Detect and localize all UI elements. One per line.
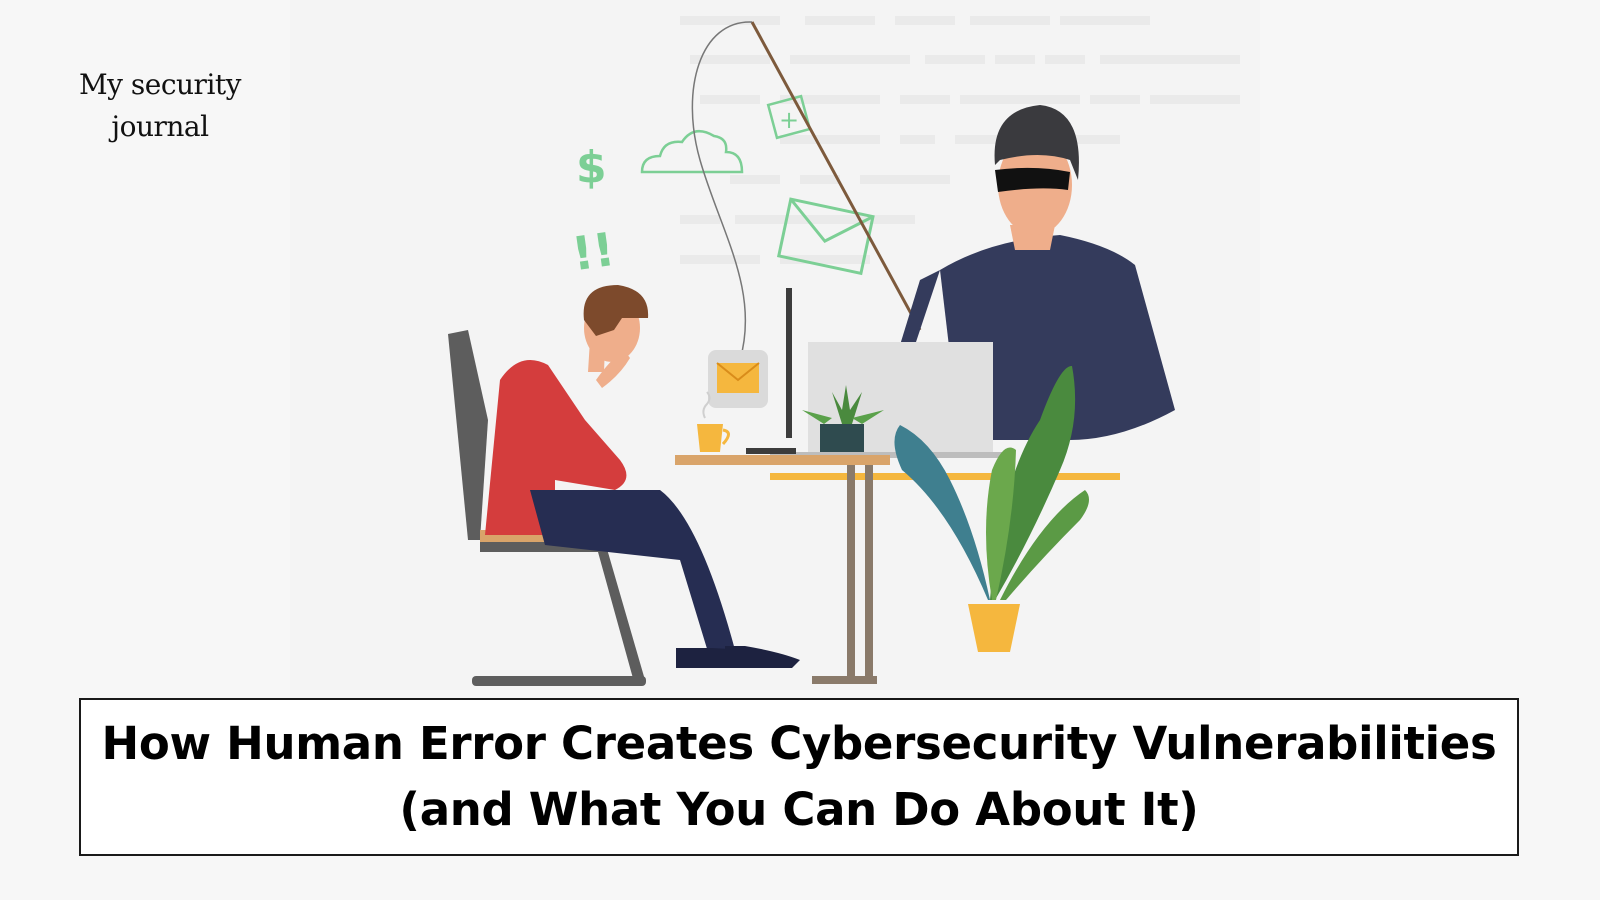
- hooked-email-icon: [708, 350, 768, 408]
- site-logo: My security journal: [60, 64, 260, 148]
- logo-line-2: journal: [111, 110, 209, 143]
- svg-text:+: +: [779, 106, 799, 134]
- exclamation-icon: !!: [569, 222, 618, 281]
- phishing-illustration: $ + !!: [290, 0, 1260, 690]
- article-title-line-2: (and What You Can Do About It): [399, 783, 1199, 836]
- article-title-line-1: How Human Error Creates Cybersecurity Vu…: [101, 717, 1497, 770]
- dollar-icon: $: [576, 142, 607, 193]
- logo-line-1: My security: [79, 68, 241, 101]
- article-title-box: How Human Error Creates Cybersecurity Vu…: [79, 698, 1519, 856]
